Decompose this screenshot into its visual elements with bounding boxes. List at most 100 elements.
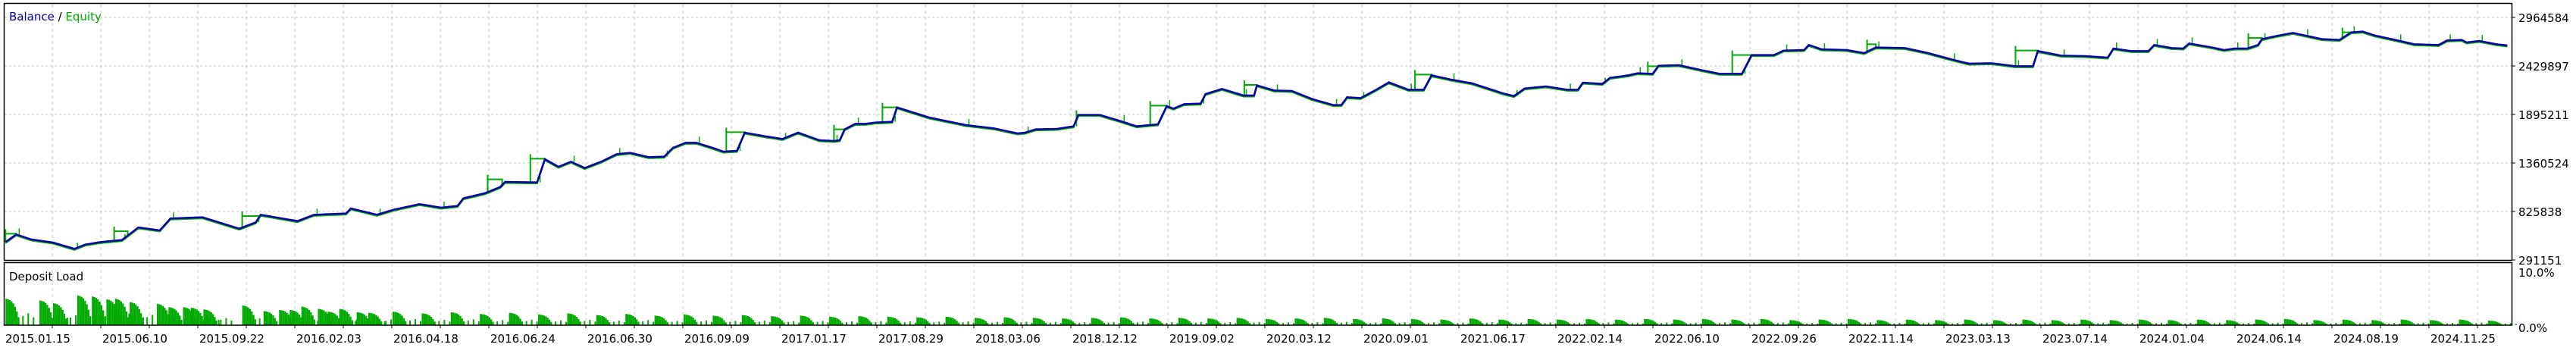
equity-series xyxy=(5,26,2508,251)
balance-line xyxy=(5,30,2508,250)
deposit-load-bar xyxy=(2264,321,2266,325)
y-tick-label: 2964584 xyxy=(2518,11,2569,25)
deposit-load-bar xyxy=(270,313,273,325)
deposit-load-bar xyxy=(1704,319,1706,325)
x-axis-labels: 2015.01.15 2015.06.10 2015.09.22 2016.02.03… xyxy=(5,332,2496,346)
deposit-load-bar xyxy=(275,321,278,325)
deposit-load-bar xyxy=(118,299,121,325)
deposit-load-bar xyxy=(180,319,183,325)
deposit-load-bar xyxy=(1128,319,1131,325)
deposit-load-bar xyxy=(859,316,862,325)
deposit-load-bar xyxy=(2256,319,2259,325)
deposit-load-bar xyxy=(945,316,947,325)
deposit-load-bar xyxy=(1156,319,1158,325)
deposit-load-bar xyxy=(394,312,396,325)
deposit-load-bar xyxy=(268,312,271,325)
deposit-load-bar xyxy=(1735,319,1737,325)
deposit-load-bar xyxy=(84,300,86,325)
deposit-load-bar xyxy=(658,316,660,325)
deposit-load-bar xyxy=(1005,317,1007,325)
deposit-load-bar xyxy=(2205,321,2208,325)
x-tick-label: 2019.09.02 xyxy=(1169,332,1235,346)
deposit-load-bar xyxy=(2317,320,2319,325)
deposit-load-bar xyxy=(1213,319,1215,325)
deposit-load-bar xyxy=(1388,319,1391,325)
deposit-load-bar xyxy=(311,315,314,325)
deposit-load-bar xyxy=(531,319,533,325)
deposit-load-bar xyxy=(415,319,416,325)
deposit-load-bar xyxy=(1534,320,1537,325)
deposit-load-bar xyxy=(803,316,806,325)
deposit-load-bar xyxy=(53,303,55,325)
deposit-load-bar xyxy=(370,313,372,325)
deposit-load-bar xyxy=(282,311,285,325)
deposit-load-bar xyxy=(1009,318,1011,325)
deposit-load-bar xyxy=(1125,318,1128,325)
deposit-load-bar xyxy=(2293,321,2295,325)
deposit-load-bar xyxy=(63,313,66,325)
deposit-load-bar xyxy=(1760,318,1763,325)
deposit-load-bar xyxy=(2430,320,2432,325)
deposit-load-bar xyxy=(801,315,804,325)
deposit-load-bar xyxy=(2053,320,2055,325)
deposit-load-bar xyxy=(467,321,469,325)
x-tick-label: 2017.08.29 xyxy=(878,332,944,346)
deposit-load-bar xyxy=(2400,319,2402,325)
deposit-load-bar xyxy=(298,315,301,325)
deposit-load-bar xyxy=(1358,319,1360,325)
deposit-load-bar xyxy=(567,313,569,325)
deposit-load-bar xyxy=(272,315,274,325)
deposit-load-bar xyxy=(1185,319,1188,325)
deposit-load-bar xyxy=(981,319,984,325)
deposit-load-bar xyxy=(1505,320,1507,325)
deposit-load-bar xyxy=(254,319,256,325)
deposit-load-bar xyxy=(631,315,633,325)
deposit-load-bar xyxy=(2371,320,2374,325)
deposit-load-bar xyxy=(480,314,482,325)
deposit-load-bar xyxy=(284,312,286,325)
deposit-load-bar xyxy=(65,318,67,325)
deposit-load-bar xyxy=(485,315,487,325)
deposit-load-bar xyxy=(1795,321,1797,325)
deposit-load-bar xyxy=(1187,320,1189,325)
deposit-load-bar xyxy=(1965,319,1968,325)
deposit-load-bar xyxy=(627,314,629,325)
deposit-load-bar xyxy=(252,315,255,325)
deposit-load-bar xyxy=(455,313,458,325)
deposit-load-bar xyxy=(1154,319,1157,325)
deposit-load-bar xyxy=(428,315,430,325)
deposit-load-bar xyxy=(11,301,13,325)
x-tick-label: 2018.12.12 xyxy=(1072,332,1138,346)
deposit-load-bar xyxy=(923,318,925,325)
deposit-load-bar xyxy=(1294,318,1297,325)
deposit-load-bar xyxy=(1973,321,1975,325)
deposit-load-bar xyxy=(865,318,867,325)
deposit-load-bar xyxy=(1849,319,1851,325)
deposit-load-bar xyxy=(2024,319,2026,325)
deposit-load-bar xyxy=(258,318,261,325)
deposit-load-bar xyxy=(1241,318,1244,325)
deposit-load-bar xyxy=(242,305,244,325)
deposit-load-bar xyxy=(197,311,200,325)
deposit-load-bar xyxy=(377,316,379,325)
deposit-load-bar xyxy=(5,299,8,325)
deposit-load-bar xyxy=(927,321,929,325)
x-tick-label: 2023.03.13 xyxy=(1945,332,2011,346)
deposit-load-bar xyxy=(514,314,516,325)
deposit-load-bar xyxy=(1561,320,1564,325)
deposit-load-bar xyxy=(152,315,154,325)
deposit-load-bar xyxy=(368,312,371,325)
deposit-load-bar xyxy=(1157,320,1160,325)
deposit-load-bar xyxy=(1529,319,1532,325)
deposit-load-bar xyxy=(976,318,978,325)
deposit-load-bar xyxy=(546,318,549,325)
deposit-load-bar xyxy=(1649,319,1651,325)
deposit-load-bar xyxy=(99,302,101,325)
deposit-load-bar xyxy=(251,311,253,325)
deposit-load-bar xyxy=(336,315,339,325)
deposit-load-bar xyxy=(60,307,62,325)
deposit-load-bar xyxy=(1296,318,1298,325)
deposit-load-bar xyxy=(483,314,486,325)
deposit-load-bar xyxy=(2089,321,2091,325)
deposit-load-bar xyxy=(61,309,64,325)
